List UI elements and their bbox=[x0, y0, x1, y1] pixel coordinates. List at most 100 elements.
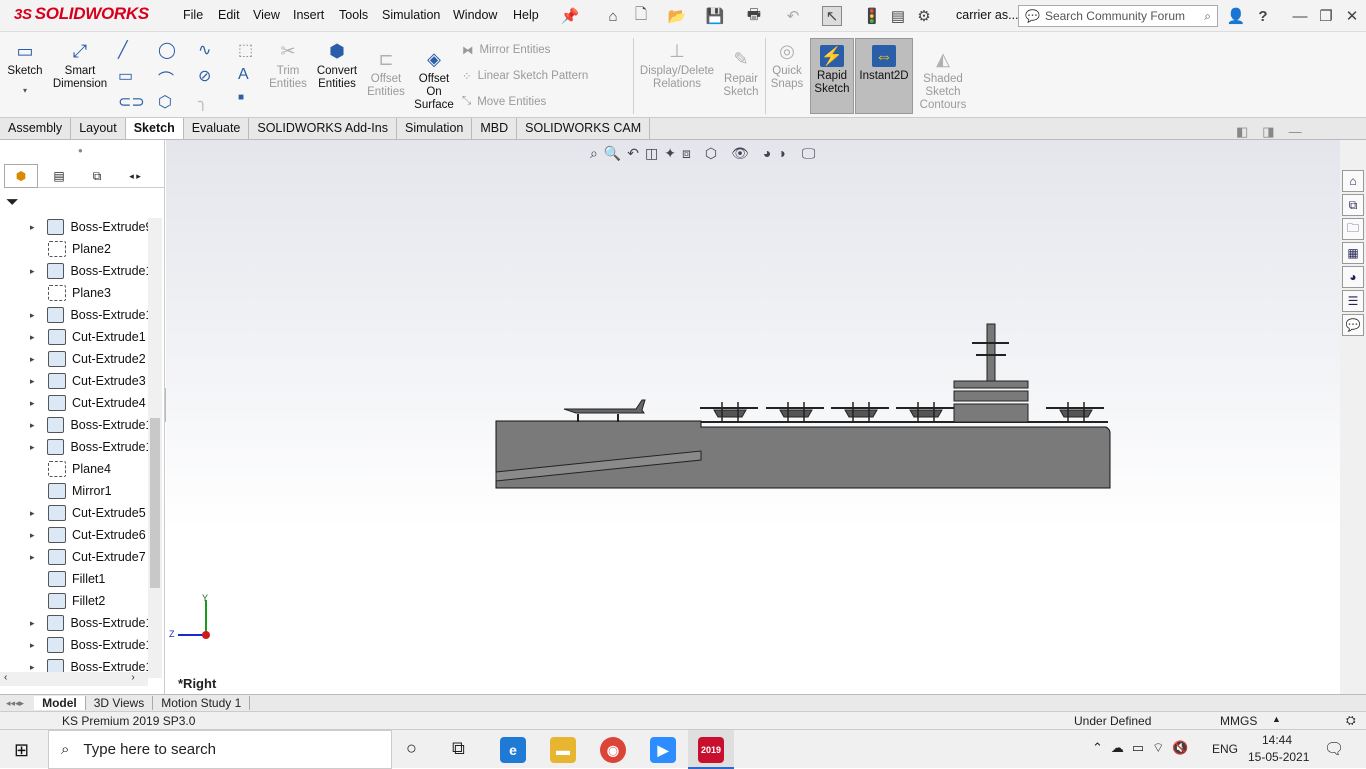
scene-icon[interactable]: ◑ bbox=[777, 145, 785, 162]
display-style-icon[interactable]: ⬡ bbox=[705, 145, 717, 162]
instant2d-button[interactable]: ⇔ Instant2D bbox=[855, 38, 913, 114]
menu-window[interactable]: Window bbox=[453, 8, 497, 22]
tree-item[interactable]: ▸ Cut-Extrude7 bbox=[0, 546, 148, 568]
menu-insert[interactable]: Insert bbox=[293, 8, 324, 22]
expand-arrow-icon[interactable]: ▸ bbox=[30, 420, 41, 431]
user-icon[interactable]: 👤 bbox=[1226, 6, 1246, 26]
feature-manager-tab-icon[interactable]: ⬢ bbox=[4, 164, 38, 188]
tree-item[interactable]: ▸ Cut-Extrude2 bbox=[0, 348, 148, 370]
slot-icon[interactable]: ⊂⊃ bbox=[118, 92, 145, 112]
tree-h-scrollbar[interactable]: ‹ › bbox=[0, 672, 148, 686]
point-icon[interactable]: ■ bbox=[238, 92, 244, 103]
tree-item[interactable]: ▸ Cut-Extrude1 bbox=[0, 326, 148, 348]
clock-time[interactable]: 14:44 bbox=[1262, 733, 1292, 747]
file-explorer-icon[interactable]: 🗀 bbox=[1342, 218, 1364, 240]
close-icon[interactable]: ✕ bbox=[1342, 6, 1362, 26]
tab-sketch[interactable]: Sketch bbox=[125, 118, 184, 139]
panel-grip[interactable]: ● bbox=[78, 146, 83, 155]
cortana-icon[interactable]: ○ bbox=[406, 738, 417, 759]
home-icon[interactable]: ⌂ bbox=[603, 6, 623, 26]
tree-item[interactable]: ▸ Cut-Extrude5 bbox=[0, 502, 148, 524]
tab-simulation[interactable]: Simulation bbox=[397, 118, 473, 139]
move-entities-button[interactable]: ⤡ Move Entities bbox=[462, 95, 546, 108]
tab-3d-views[interactable]: 3D Views bbox=[86, 696, 154, 710]
tree-item[interactable]: ▸ Cut-Extrude4 bbox=[0, 392, 148, 414]
edge-icon[interactable]: e bbox=[500, 737, 526, 763]
expand-arrow-icon[interactable]: ▸ bbox=[30, 398, 42, 409]
custom-properties-icon[interactable]: ☰ bbox=[1342, 290, 1364, 312]
trim-entities-button[interactable]: ✂ Trim Entities bbox=[266, 40, 310, 91]
restore-icon[interactable]: ❐ bbox=[1316, 6, 1336, 26]
tree-item[interactable]: ▸ Boss-Extrude1 bbox=[0, 414, 148, 436]
display-relations-button[interactable]: ⊥ Display/Delete Relations bbox=[638, 40, 716, 91]
menu-tools[interactable]: Tools bbox=[339, 8, 368, 22]
notification-icon[interactable]: 🗨 bbox=[1324, 739, 1344, 759]
open-icon[interactable]: 📂 bbox=[667, 6, 687, 26]
solidworks-logo[interactable]: 3S SOLIDWORKS bbox=[14, 4, 149, 24]
task-view-icon[interactable]: ⧉ bbox=[452, 738, 465, 759]
options-gear-icon[interactable]: ⚙ bbox=[914, 6, 934, 26]
zoom-icon[interactable]: ▶ bbox=[650, 737, 676, 763]
expand-arrow-icon[interactable]: ▸ bbox=[30, 222, 41, 233]
help-icon[interactable]: ? bbox=[1253, 6, 1273, 26]
clock-date[interactable]: 15-05-2021 bbox=[1248, 750, 1309, 764]
expand-arrow-icon[interactable]: ▸ bbox=[30, 310, 41, 321]
edit-appearance-icon[interactable]: ◕ bbox=[763, 145, 771, 162]
polygon-icon[interactable]: ⬡ bbox=[158, 92, 172, 112]
hide-show-icon[interactable]: 👁 bbox=[731, 145, 749, 162]
construction-geometry-icon[interactable]: ⬚ bbox=[238, 40, 253, 60]
tree-item[interactable]: ▸ Boss-Extrude9 bbox=[0, 216, 148, 238]
windows-start-icon[interactable]: ⊞ bbox=[14, 740, 29, 761]
minimize-icon[interactable]: — bbox=[1290, 6, 1310, 26]
expand-arrow-icon[interactable]: ▸ bbox=[30, 442, 41, 453]
tree-item[interactable]: Mirror1 bbox=[0, 480, 148, 502]
ellipse-icon[interactable]: ⊘ bbox=[198, 66, 211, 86]
text-icon[interactable]: A bbox=[238, 66, 249, 84]
chevron-up-icon[interactable]: ▲ bbox=[1272, 714, 1281, 724]
print-icon[interactable]: 🖶 bbox=[744, 6, 764, 26]
chrome-icon[interactable]: ◉ bbox=[600, 737, 626, 763]
previous-view-icon[interactable]: ↶ bbox=[627, 145, 639, 162]
dynamic-annotation-icon[interactable]: ✦ bbox=[664, 145, 676, 162]
shaded-contours-button[interactable]: ◭ Shaded Sketch Contours bbox=[916, 48, 970, 112]
tree-item[interactable]: Fillet2 bbox=[0, 590, 148, 612]
view-palette-icon[interactable]: ▦ bbox=[1342, 242, 1364, 264]
expand-arrow-icon[interactable]: ▸ bbox=[30, 354, 42, 365]
tree-item[interactable]: Plane4 bbox=[0, 458, 148, 480]
menu-file[interactable]: File bbox=[183, 8, 203, 22]
filter-icon[interactable]: ⏷ bbox=[6, 194, 19, 212]
design-library-icon[interactable]: ⧉ bbox=[1342, 194, 1364, 216]
expand-arrow-icon[interactable]: ▸ bbox=[30, 530, 42, 541]
menu-edit[interactable]: Edit bbox=[218, 8, 240, 22]
chevron-down-icon[interactable]: ▾ bbox=[23, 84, 27, 97]
circle-icon[interactable]: ◯ bbox=[158, 40, 176, 60]
new-document-icon[interactable]: 🗋 bbox=[631, 6, 651, 26]
expand-arrow-icon[interactable]: ▸ bbox=[30, 618, 41, 629]
offset-entities-button[interactable]: ⊏ Offset Entities bbox=[364, 48, 408, 99]
tree-item[interactable]: ▸ Boss-Extrude1 bbox=[0, 304, 148, 326]
mirror-entities-button[interactable]: ⧓ Mirror Entities bbox=[462, 43, 550, 57]
panel-scroll-arrows[interactable]: ◂ ▸ bbox=[118, 164, 152, 188]
view-settings-icon[interactable]: 🖵 bbox=[802, 145, 816, 162]
resources-home-icon[interactable]: ⌂ bbox=[1342, 170, 1364, 192]
menu-view[interactable]: View bbox=[253, 8, 280, 22]
expand-arrow-icon[interactable]: ▸ bbox=[30, 266, 41, 277]
tab-assembly[interactable]: Assembly bbox=[0, 118, 72, 139]
tab-scroll-arrows[interactable]: ◂◂◂▸ bbox=[6, 698, 24, 709]
menu-simulation[interactable]: Simulation bbox=[382, 8, 440, 22]
solidworks-taskbar-button[interactable]: 2019 bbox=[688, 730, 734, 769]
tab-layout[interactable]: Layout bbox=[71, 118, 126, 139]
tree-item[interactable]: ▸ Cut-Extrude3 bbox=[0, 370, 148, 392]
tab-mbd[interactable]: MBD bbox=[472, 118, 518, 139]
spline-icon[interactable]: ∿ bbox=[198, 40, 211, 60]
sketch-button[interactable]: ▭ Sketch ▾ bbox=[6, 40, 44, 97]
tab-model[interactable]: Model bbox=[34, 696, 86, 710]
unit-system[interactable]: MMGS bbox=[1220, 714, 1257, 728]
configuration-manager-tab-icon[interactable]: ⧉ bbox=[80, 164, 114, 188]
tree-item[interactable]: ▸ Cut-Extrude6 bbox=[0, 524, 148, 546]
customize-icon[interactable]: ⛭ bbox=[1346, 713, 1356, 728]
convert-entities-button[interactable]: ⬢ Convert Entities bbox=[312, 40, 362, 91]
expand-arrow-icon[interactable]: ▸ bbox=[30, 662, 41, 673]
section-view-icon[interactable]: ◫ bbox=[645, 145, 658, 162]
pin-icon[interactable]: 📌 bbox=[560, 6, 580, 26]
